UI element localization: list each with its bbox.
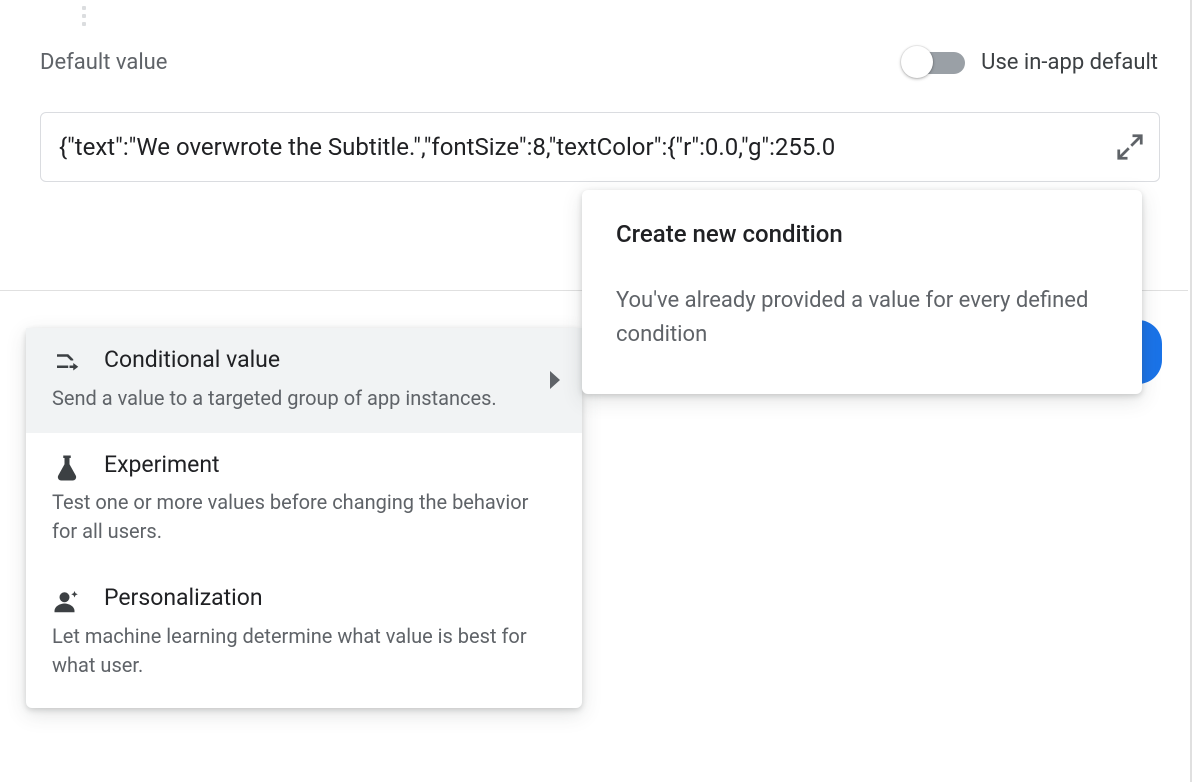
create-condition-title: Create new condition — [616, 220, 1108, 248]
menu-item-personalization[interactable]: Personalization Let machine learning det… — [26, 566, 582, 700]
menu-item-title: Experiment — [104, 451, 556, 479]
page-root: Default value Use in-app default {"text"… — [0, 0, 1192, 782]
experiment-icon — [52, 453, 82, 483]
create-condition-description: You've already provided a value for ever… — [616, 284, 1108, 352]
toggle-knob — [901, 46, 933, 78]
menu-item-description: Test one or more values before changing … — [52, 488, 556, 546]
default-value-text: {"text":"We overwrote the Subtitle.","fo… — [59, 133, 1107, 161]
create-condition-popover: Create new condition You've already prov… — [582, 190, 1142, 394]
menu-item-description: Let machine learning determine what valu… — [52, 622, 556, 680]
menu-item-experiment[interactable]: Experiment Test one or more values befor… — [26, 433, 582, 567]
add-value-menu: Conditional value Send a value to a targ… — [26, 328, 582, 708]
conditional-value-icon — [52, 348, 82, 378]
drag-handle-icon[interactable] — [82, 6, 88, 26]
menu-item-title: Personalization — [104, 584, 556, 612]
personalization-icon — [52, 586, 82, 616]
menu-item-title: Conditional value — [104, 346, 556, 374]
use-in-app-default-label: Use in-app default — [981, 50, 1158, 75]
default-value-input[interactable]: {"text":"We overwrote the Subtitle.","fo… — [40, 112, 1160, 182]
expand-icon[interactable] — [1115, 132, 1145, 162]
chevron-right-icon — [550, 371, 560, 389]
default-value-header: Default value Use in-app default — [40, 50, 1158, 75]
menu-item-description: Send a value to a targeted group of app … — [52, 384, 556, 413]
use-in-app-default-toggle[interactable] — [905, 52, 965, 74]
default-value-label: Default value — [40, 50, 167, 75]
use-in-app-default-row: Use in-app default — [905, 50, 1158, 75]
menu-item-conditional-value[interactable]: Conditional value Send a value to a targ… — [26, 328, 582, 433]
